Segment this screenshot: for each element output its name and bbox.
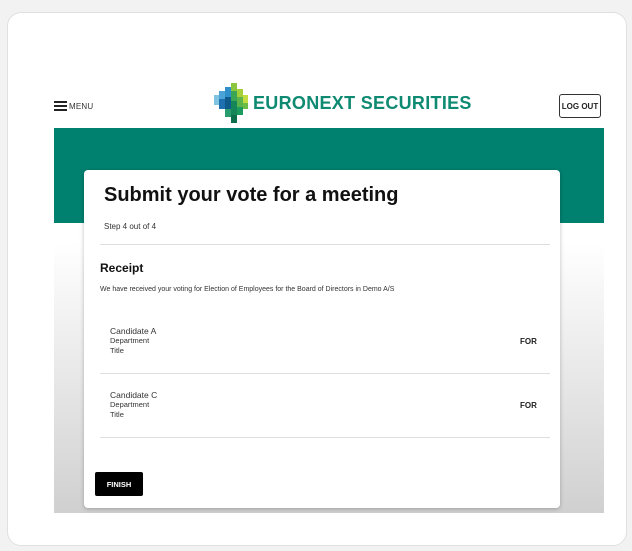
candidate-vote: FOR	[520, 401, 537, 410]
page-title: Submit your vote for a meeting	[104, 184, 399, 206]
divider	[100, 437, 550, 438]
euronext-logo-icon	[214, 83, 248, 123]
receipt-message: We have received your voting for Electio…	[100, 286, 395, 293]
finish-button[interactable]: FINISH	[95, 472, 143, 496]
receipt-heading: Receipt	[100, 261, 144, 275]
candidate-department: Department	[110, 336, 150, 345]
candidate-name: Candidate A	[110, 326, 157, 336]
step-indicator: Step 4 out of 4	[104, 222, 157, 231]
app-screen: MENU EURONEXT SECURITIES LOG OUT Submit …	[54, 83, 604, 513]
menu-button[interactable]: MENU	[54, 101, 93, 111]
hamburger-icon	[54, 101, 67, 111]
candidate-item: Candidate C Department Title	[110, 390, 157, 420]
candidate-item: Candidate A Department Title	[110, 326, 156, 356]
logo-text: EURONEXT SECURITIES	[253, 92, 472, 113]
candidate-title: Title	[110, 410, 124, 419]
divider	[100, 373, 550, 374]
divider	[100, 244, 550, 245]
device-frame: MENU EURONEXT SECURITIES LOG OUT Submit …	[7, 12, 627, 546]
logout-button[interactable]: LOG OUT	[559, 94, 601, 118]
euronext-logo: EURONEXT SECURITIES	[214, 83, 472, 123]
header: MENU EURONEXT SECURITIES LOG OUT	[54, 83, 604, 128]
vote-card: Submit your vote for a meeting Step 4 ou…	[84, 170, 560, 508]
menu-label: MENU	[69, 101, 94, 111]
candidate-title: Title	[110, 346, 124, 355]
candidate-vote: FOR	[520, 337, 537, 346]
candidate-name: Candidate C	[110, 390, 158, 400]
candidate-department: Department	[110, 400, 150, 409]
